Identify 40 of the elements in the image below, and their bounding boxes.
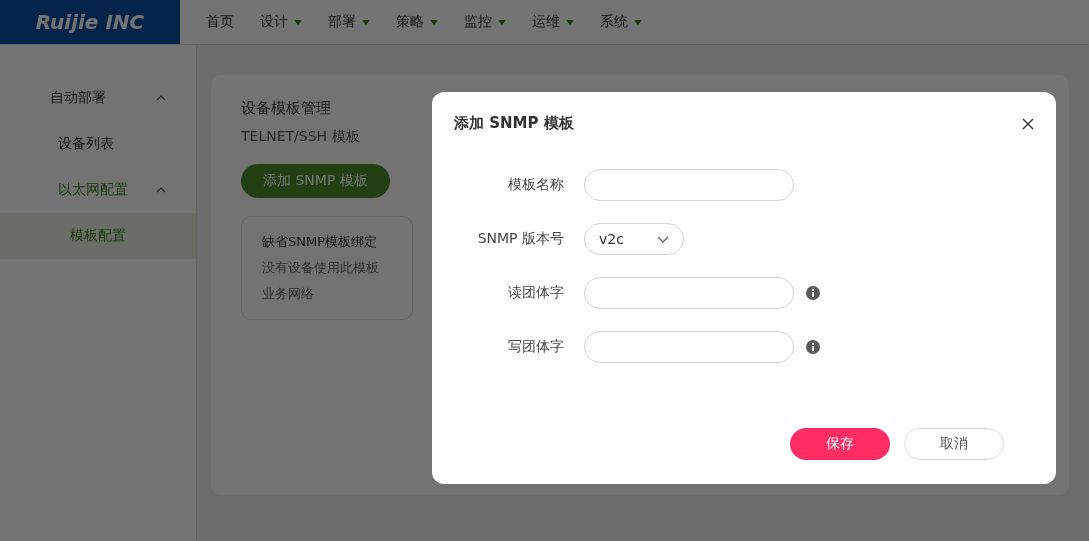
- nav-menu-item[interactable]: 策略: [396, 13, 438, 31]
- input-field[interactable]: [584, 277, 794, 309]
- card-text: 业务网络: [262, 285, 315, 303]
- logo[interactable]: Ruijie INC: [0, 0, 180, 44]
- info-icon[interactable]: [806, 286, 820, 300]
- field-label: SNMP 版本号: [476, 230, 564, 248]
- caret-icon: [634, 19, 642, 25]
- tab[interactable]: TELNET/SSH 模板: [241, 128, 360, 146]
- chevron-icon: [156, 95, 166, 101]
- chevron-icon: [657, 235, 669, 243]
- info-icon[interactable]: [806, 340, 820, 354]
- nav-menu-item[interactable]: 设计: [260, 13, 302, 31]
- card-text: 没有设备使用此模板: [262, 259, 380, 277]
- field-label: 模板名称: [507, 176, 564, 194]
- dialog-title: 添加 SNMP 模板: [454, 114, 574, 133]
- nav-menu-item[interactable]: 部署: [328, 13, 370, 31]
- nav-menu-item[interactable]: 首页: [206, 13, 234, 31]
- field-label: 读团体字: [507, 284, 564, 302]
- input-field[interactable]: [584, 331, 794, 363]
- caret-icon: [362, 19, 370, 25]
- nav-menu-item[interactable]: 监控: [464, 13, 506, 31]
- close-icon[interactable]: [1022, 117, 1034, 130]
- input-field[interactable]: [584, 169, 794, 201]
- field-label: 写团体字: [507, 338, 564, 356]
- save-button[interactable]: 保存: [790, 428, 890, 460]
- nav-menu-item[interactable]: 系统: [600, 13, 642, 31]
- card-title: 缺省SNMP模板绑定: [262, 233, 379, 251]
- nav-menu-item[interactable]: 运维: [532, 13, 574, 31]
- sidebar-item[interactable]: 模板配置: [0, 213, 196, 259]
- page-title: 设备模板管理: [241, 99, 331, 118]
- add-template-button[interactable]: 添加 SNMP 模板: [241, 164, 390, 198]
- cancel-button[interactable]: 取消: [904, 428, 1004, 460]
- caret-icon: [566, 19, 574, 25]
- sidebar-item[interactable]: 设备列表: [0, 121, 196, 167]
- sidebar-group[interactable]: 自动部署: [0, 75, 196, 121]
- caret-icon: [498, 19, 506, 25]
- caret-icon: [430, 19, 438, 25]
- sidebar-item[interactable]: 以太网配置: [0, 167, 196, 213]
- caret-icon: [294, 19, 302, 25]
- chevron-icon: [156, 187, 166, 193]
